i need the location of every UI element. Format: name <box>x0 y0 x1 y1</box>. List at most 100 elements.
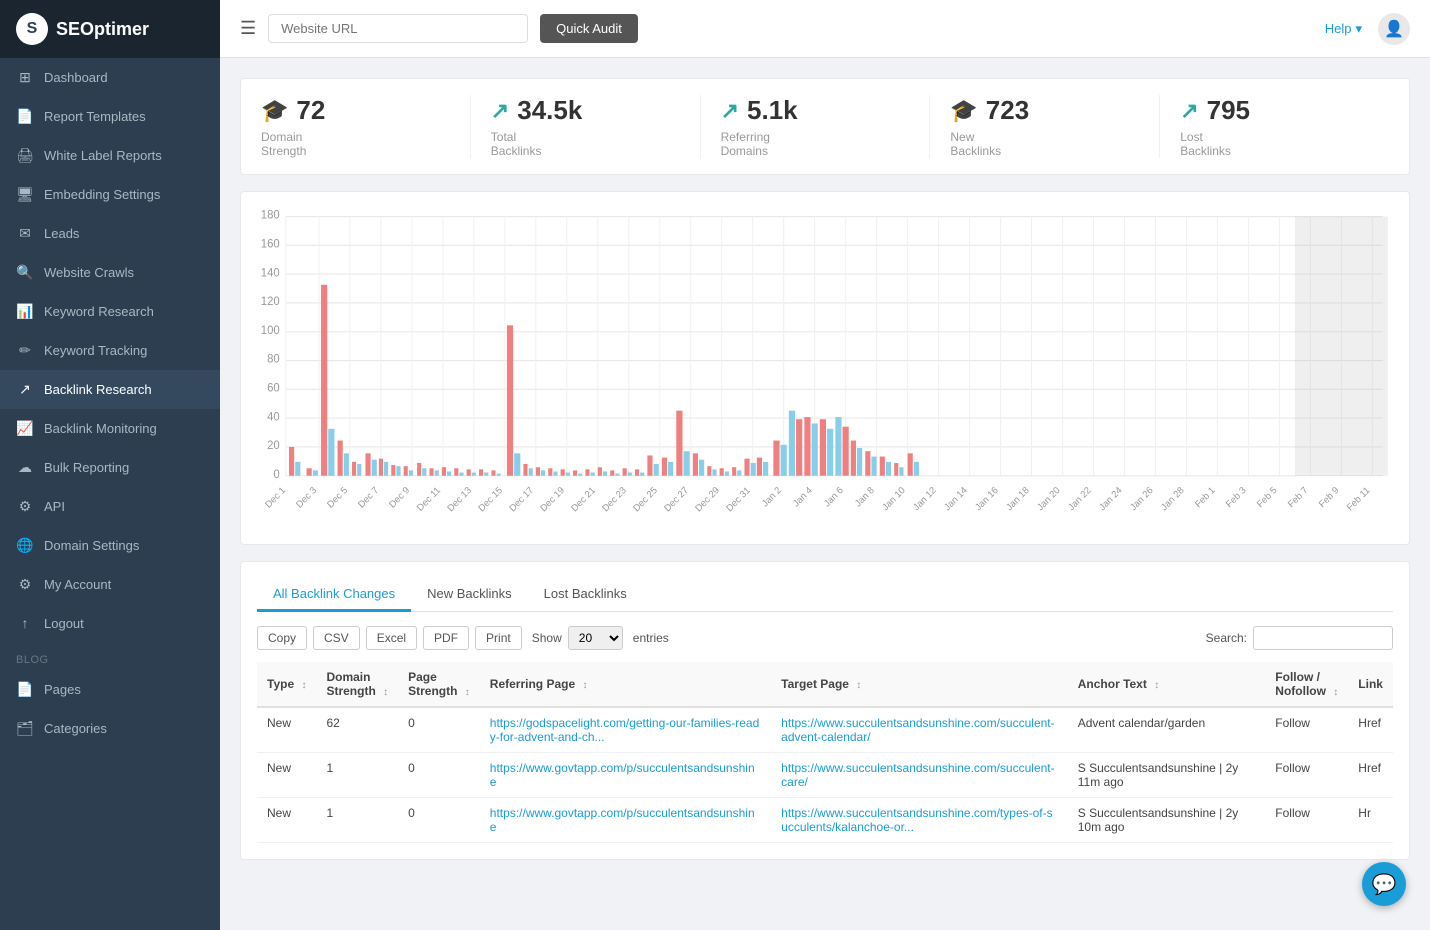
tab-new-backlinks[interactable]: New Backlinks <box>411 578 528 612</box>
sidebar-item-dashboard[interactable]: ⊞ Dashboard <box>0 58 220 97</box>
lost-backlinks-icon: ↗ <box>1180 98 1198 124</box>
my-account-icon: ⚙ <box>16 576 34 593</box>
sidebar-item-domain-settings[interactable]: 🌐 Domain Settings <box>0 526 220 565</box>
svg-text:Jan 2: Jan 2 <box>760 485 784 509</box>
sidebar-item-label: My Account <box>44 577 111 592</box>
referring-domains-icon: ↗ <box>721 98 739 124</box>
sidebar-item-label: Leads <box>44 226 79 241</box>
domain-settings-icon: 🌐 <box>16 537 34 554</box>
cell-link: Hr <box>1348 798 1393 843</box>
cell-referring-page[interactable]: https://www.govtapp.com/p/succulentsands… <box>480 798 771 843</box>
sidebar-item-label: Embedding Settings <box>44 187 160 202</box>
sidebar-item-pages[interactable]: 📄 Pages <box>0 670 220 709</box>
copy-button[interactable]: Copy <box>257 626 307 650</box>
sidebar-item-label: Pages <box>44 682 81 697</box>
svg-text:Jan 4: Jan 4 <box>791 485 815 509</box>
sidebar-item-label: Logout <box>44 616 84 631</box>
cell-follow: Follow <box>1265 753 1348 798</box>
cell-type: New <box>257 753 316 798</box>
pdf-button[interactable]: PDF <box>423 626 469 650</box>
svg-text:Jan 8: Jan 8 <box>853 485 877 509</box>
sidebar-item-website-crawls[interactable]: 🔍 Website Crawls <box>0 253 220 292</box>
svg-text:Dec 3: Dec 3 <box>294 485 319 511</box>
sidebar-item-logout[interactable]: ↑ Logout <box>0 604 220 642</box>
entries-select[interactable]: 20 50 100 <box>568 626 623 650</box>
svg-text:Jan 6: Jan 6 <box>822 485 846 509</box>
cell-target-page[interactable]: https://www.succulentsandsunshine.com/ty… <box>771 798 1068 843</box>
logout-icon: ↑ <box>16 615 34 631</box>
svg-text:Feb 3: Feb 3 <box>1224 485 1248 510</box>
sidebar-item-white-label-reports[interactable]: 🖨 White Label Reports <box>0 136 220 175</box>
sidebar-item-api[interactable]: ⚙ API <box>0 487 220 526</box>
referring-domains-value: 5.1k <box>747 95 798 126</box>
sidebar-item-my-account[interactable]: ⚙ My Account <box>0 565 220 604</box>
svg-text:Feb 7: Feb 7 <box>1286 485 1310 510</box>
cell-follow: Follow <box>1265 798 1348 843</box>
sidebar-item-keyword-tracking[interactable]: ✏ Keyword Tracking <box>0 331 220 370</box>
chat-bubble[interactable]: 💬 <box>1362 862 1406 906</box>
header: ☰ Quick Audit Help ▾ 👤 <box>220 0 1430 58</box>
cell-type: New <box>257 798 316 843</box>
sidebar-item-report-templates[interactable]: 📄 Report Templates <box>0 97 220 136</box>
cell-link: Href <box>1348 707 1393 753</box>
svg-text:180: 180 <box>261 210 280 222</box>
excel-button[interactable]: Excel <box>366 626 417 650</box>
svg-text:0: 0 <box>273 469 279 481</box>
domain-strength-icon: 🎓 <box>261 98 288 124</box>
tab-all-backlink-changes[interactable]: All Backlink Changes <box>257 578 411 612</box>
cell-domain-strength: 1 <box>316 798 398 843</box>
sidebar-item-backlink-research[interactable]: ↗ Backlink Research <box>0 370 220 409</box>
sidebar-item-label: Keyword Research <box>44 304 154 319</box>
sidebar-item-label: Domain Settings <box>44 538 139 553</box>
stats-bar: 🎓 72 DomainStrength ↗ 34.5k TotalBacklin… <box>240 78 1410 175</box>
svg-text:Feb 9: Feb 9 <box>1317 485 1341 510</box>
search-label: Search: <box>1206 631 1247 645</box>
table-controls: Copy CSV Excel PDF Print Show 20 50 100 … <box>257 626 1393 650</box>
total-backlinks-icon: ↗ <box>491 98 509 124</box>
sidebar-item-keyword-research[interactable]: 📊 Keyword Research <box>0 292 220 331</box>
tab-lost-backlinks[interactable]: Lost Backlinks <box>528 578 643 612</box>
website-url-input[interactable] <box>268 14 528 43</box>
svg-text:Dec 31: Dec 31 <box>724 485 752 514</box>
keyword-research-icon: 📊 <box>16 303 34 320</box>
sidebar-item-leads[interactable]: ✉ Leads <box>0 214 220 253</box>
user-avatar[interactable]: 👤 <box>1378 13 1410 45</box>
table-body: New 62 0 https://godspacelight.com/getti… <box>257 707 1393 843</box>
search-input[interactable] <box>1253 626 1393 650</box>
logo-icon: S <box>16 13 48 45</box>
cell-target-page[interactable]: https://www.succulentsandsunshine.com/su… <box>771 753 1068 798</box>
cell-referring-page[interactable]: https://godspacelight.com/getting-our-fa… <box>480 707 771 753</box>
sidebar-item-embedding-settings[interactable]: 🖥 Embedding Settings <box>0 175 220 214</box>
svg-text:Dec 23: Dec 23 <box>600 485 628 514</box>
dashboard-icon: ⊞ <box>16 69 34 86</box>
help-button[interactable]: Help ▾ <box>1325 21 1362 37</box>
cell-anchor-text: S Succulentsandsunshine | 2y 11m ago <box>1068 753 1266 798</box>
print-button[interactable]: Print <box>475 626 522 650</box>
sidebar: S SEOptimer ⊞ Dashboard 📄 Report Templat… <box>0 0 220 930</box>
sidebar-item-label: Bulk Reporting <box>44 460 129 475</box>
col-type: Type ↕ <box>257 662 316 707</box>
svg-text:Jan 20: Jan 20 <box>1035 485 1062 513</box>
svg-text:120: 120 <box>261 296 280 308</box>
lost-backlinks-value: 795 <box>1207 95 1250 126</box>
sidebar-item-bulk-reporting[interactable]: ☁ Bulk Reporting <box>0 448 220 487</box>
sidebar-item-backlink-monitoring[interactable]: 📈 Backlink Monitoring <box>0 409 220 448</box>
sidebar-item-categories[interactable]: 🗂 Categories <box>0 709 220 748</box>
svg-text:40: 40 <box>267 411 280 423</box>
lost-backlinks-label: LostBacklinks <box>1180 130 1231 158</box>
quick-audit-button[interactable]: Quick Audit <box>540 14 638 43</box>
svg-text:20: 20 <box>267 440 280 452</box>
col-domain-strength: DomainStrength ↕ <box>316 662 398 707</box>
blog-section-label: Blog <box>0 642 220 670</box>
cell-target-page[interactable]: https://www.succulentsandsunshine.com/su… <box>771 707 1068 753</box>
svg-text:Dec 27: Dec 27 <box>662 485 690 514</box>
svg-text:Jan 10: Jan 10 <box>880 485 907 513</box>
csv-button[interactable]: CSV <box>313 626 360 650</box>
hamburger-menu[interactable]: ☰ <box>240 18 256 39</box>
show-label: Show <box>532 631 562 645</box>
cell-referring-page[interactable]: https://www.govtapp.com/p/succulentsands… <box>480 753 771 798</box>
svg-text:Jan 16: Jan 16 <box>973 485 1000 513</box>
cell-domain-strength: 1 <box>316 753 398 798</box>
sidebar-logo[interactable]: S SEOptimer <box>0 0 220 58</box>
report-templates-icon: 📄 <box>16 108 34 125</box>
